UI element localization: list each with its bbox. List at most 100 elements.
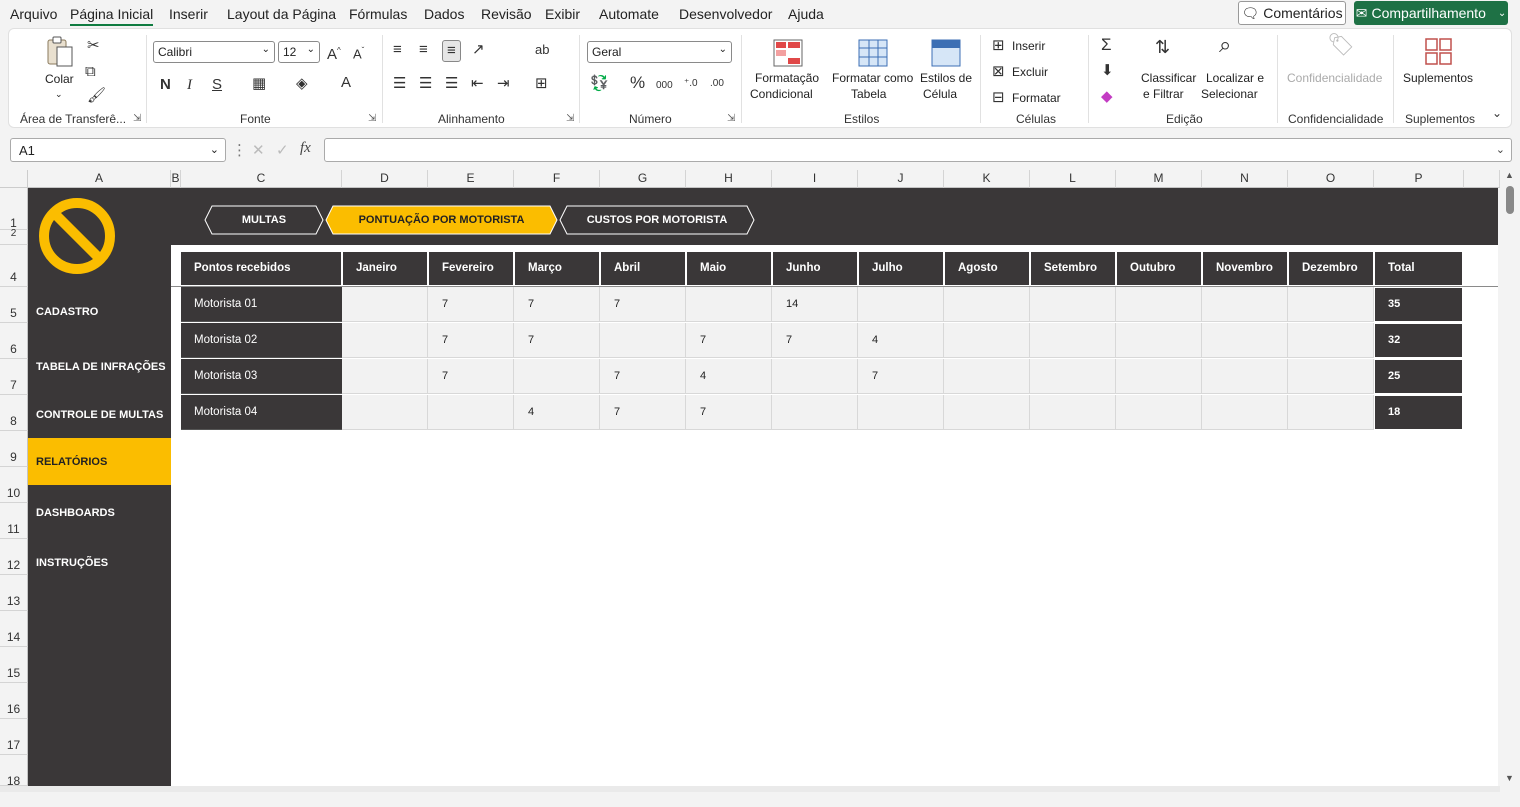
borders-icon[interactable]: ▦ (252, 76, 266, 92)
column-header-I[interactable]: I (772, 170, 858, 188)
sort-filter-label-2[interactable]: e Filtrar (1143, 87, 1184, 102)
increase-decimal-icon[interactable]: ⁺.0 (684, 76, 698, 92)
insert-function-icon[interactable]: fx (300, 140, 311, 157)
menu-desenvolvedor[interactable]: Desenvolvedor (679, 6, 772, 22)
table-cell[interactable] (1202, 323, 1288, 358)
row-header-4[interactable]: 4 (0, 245, 28, 287)
menu-automate[interactable]: Automate (599, 6, 659, 22)
driver-name-cell[interactable]: Motorista 03 (181, 359, 342, 394)
row-header-18[interactable]: 18 (0, 755, 28, 788)
cancel-icon[interactable]: ✕ (252, 141, 265, 159)
find-select-label-1[interactable]: Localizar e (1206, 71, 1264, 86)
row-header-7[interactable]: 7 (0, 359, 28, 395)
table-cell[interactable] (858, 287, 944, 322)
table-cell[interactable] (428, 395, 514, 430)
table-cell[interactable] (858, 395, 944, 430)
row-header-8[interactable]: 8 (0, 395, 28, 431)
tab-pontuacao-por-motorista[interactable]: PONTUAÇÃO POR MOTORISTA (325, 205, 558, 235)
fill-icon[interactable]: ⬇ (1101, 63, 1114, 79)
insert-cells-button[interactable]: Inserir (1012, 39, 1045, 54)
column-header-P[interactable]: P (1374, 170, 1464, 188)
table-cell[interactable] (514, 359, 600, 394)
table-cell[interactable]: 7 (600, 287, 686, 322)
column-header-H[interactable]: H (686, 170, 772, 188)
driver-name-cell[interactable]: Motorista 02 (181, 323, 342, 358)
menu-arquivo[interactable]: Arquivo (10, 6, 57, 22)
dialog-launcher-icon[interactable]: ⇲ (727, 113, 735, 124)
menu-dados[interactable]: Dados (424, 6, 464, 22)
table-cell[interactable] (686, 287, 772, 322)
align-right-icon[interactable]: ☰ (445, 76, 458, 92)
menu-layout[interactable]: Layout da Página (227, 6, 336, 22)
table-cell[interactable] (1030, 323, 1116, 358)
column-header-J[interactable]: J (858, 170, 944, 188)
format-cells-button[interactable]: Formatar (1012, 91, 1061, 106)
scroll-thumb[interactable] (1506, 186, 1514, 214)
horizontal-scrollbar[interactable] (0, 786, 1500, 792)
table-cell[interactable] (1288, 287, 1374, 322)
row-header-2[interactable]: 2 (0, 229, 28, 245)
sort-filter-label-1[interactable]: Classificar (1141, 71, 1196, 86)
table-cell[interactable] (1116, 359, 1202, 394)
table-cell[interactable]: 7 (428, 359, 514, 394)
column-header-D[interactable]: D (342, 170, 428, 188)
shrink-font-icon[interactable]: Aˇ (353, 43, 364, 62)
column-header-E[interactable]: E (428, 170, 514, 188)
table-cell[interactable] (342, 395, 428, 430)
column-header-G[interactable]: G (600, 170, 686, 188)
menu-revisao[interactable]: Revisão (481, 6, 532, 22)
font-size-select[interactable]: 12 ⌄ (278, 41, 320, 63)
total-cell[interactable]: 35 (1375, 288, 1462, 321)
row-header-10[interactable]: 10 (0, 467, 28, 503)
driver-name-cell[interactable]: Motorista 01 (181, 287, 342, 322)
scroll-up-icon[interactable]: ▲ (1505, 170, 1514, 180)
table-cell[interactable] (600, 323, 686, 358)
nav-controle-multas[interactable]: CONTROLE DE MULTAS (28, 396, 171, 434)
font-name-select[interactable]: Calibri ⌄ (153, 41, 275, 63)
wrap-text-icon[interactable]: ab (535, 42, 549, 58)
tab-multas[interactable]: MULTAS (204, 205, 324, 235)
table-cell[interactable] (944, 287, 1030, 322)
autosum-icon[interactable]: Σ (1101, 36, 1112, 53)
font-color-icon[interactable]: A (341, 75, 351, 91)
table-cell[interactable] (944, 395, 1030, 430)
grow-font-icon[interactable]: A^ (327, 43, 341, 63)
column-header-O[interactable]: O (1288, 170, 1374, 188)
delete-cells-icon[interactable]: ⊠ (992, 64, 1005, 80)
table-cell[interactable]: 7 (686, 323, 772, 358)
row-header-6[interactable]: 6 (0, 323, 28, 359)
table-cell[interactable] (1202, 287, 1288, 322)
delete-cells-button[interactable]: Excluir (1012, 65, 1048, 80)
row-header-11[interactable]: 11 (0, 503, 28, 539)
table-cell[interactable]: 7 (514, 287, 600, 322)
underline-button[interactable]: S (212, 77, 222, 93)
increase-indent-icon[interactable]: ⇥ (497, 76, 510, 92)
table-cell[interactable] (342, 323, 428, 358)
share-button[interactable]: ✉ Compartilhamento ⌄ (1354, 1, 1508, 25)
ribbon-collapse-icon[interactable]: ⌄ (1492, 105, 1502, 121)
merge-center-icon[interactable]: ⊞ (535, 76, 548, 92)
table-cell[interactable] (342, 287, 428, 322)
total-cell[interactable]: 25 (1375, 360, 1462, 393)
table-cell[interactable]: 7 (428, 287, 514, 322)
fill-color-icon[interactable]: ◈ (296, 76, 308, 92)
row-header-17[interactable]: 17 (0, 719, 28, 755)
table-cell[interactable]: 7 (686, 395, 772, 430)
name-box[interactable]: A1 ⌄ (10, 138, 226, 162)
table-cell[interactable] (1288, 323, 1374, 358)
total-cell[interactable]: 32 (1375, 324, 1462, 357)
nav-dashboards[interactable]: DASHBOARDS (28, 493, 171, 533)
align-middle-icon[interactable]: ≡ (419, 42, 428, 58)
table-cell[interactable] (1030, 359, 1116, 394)
format-cells-icon[interactable]: ⊟ (992, 90, 1005, 106)
accounting-format-icon[interactable]: 💱 (590, 76, 609, 92)
dialog-launcher-icon[interactable]: ⇲ (566, 113, 574, 124)
table-cell[interactable] (1288, 359, 1374, 394)
table-cell[interactable]: 7 (514, 323, 600, 358)
dialog-launcher-icon[interactable]: ⇲ (368, 113, 376, 124)
column-header-M[interactable]: M (1116, 170, 1202, 188)
select-all-corner[interactable] (0, 170, 28, 188)
insert-cells-icon[interactable]: ⊞ (992, 38, 1005, 54)
table-cell[interactable] (342, 359, 428, 394)
table-cell[interactable]: 4 (858, 323, 944, 358)
